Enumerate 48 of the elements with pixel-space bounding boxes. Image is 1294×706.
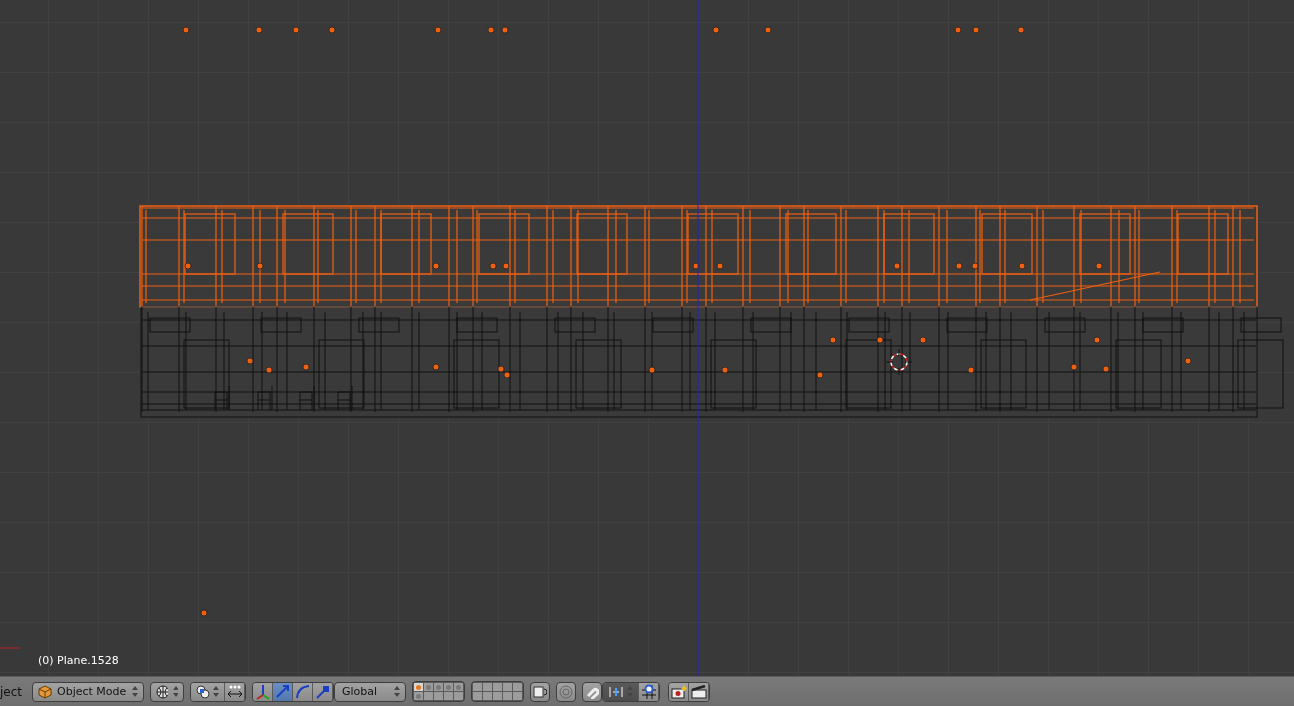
layer-button[interactable] [444,683,453,691]
layer-button[interactable] [473,683,482,691]
up-down-arrows-icon [132,686,138,697]
layer-button[interactable] [424,683,433,691]
up-down-arrows-icon [213,686,219,697]
layer-button[interactable] [513,683,522,691]
snap-target-button[interactable] [639,682,659,701]
shading-dropdown[interactable] [150,681,184,702]
x-axis-line [0,647,21,649]
orientation-dropdown[interactable]: Global [334,681,406,702]
layer-button[interactable] [483,683,492,691]
layer-button[interactable] [434,692,443,700]
translate-manipulator-button[interactable] [273,682,293,701]
layer-button[interactable] [454,692,463,700]
up-down-arrows-icon [394,686,400,697]
layer-button[interactable] [414,683,423,691]
object-menu[interactable]: ject [0,684,26,699]
snap-element-dropdown[interactable] [603,682,639,701]
layer-button[interactable] [434,683,443,691]
layer-button[interactable] [513,692,522,700]
lock-camera-button[interactable] [530,681,550,702]
layer-button[interactable] [493,692,502,700]
layer-button[interactable] [424,692,433,700]
circles-icon [196,684,210,699]
render-still-button[interactable] [669,682,689,701]
scale-manipulator-button[interactable] [313,682,333,701]
layer-button[interactable] [483,692,492,700]
pivot-dropdown[interactable] [191,682,225,701]
render-animation-button[interactable] [689,682,709,701]
cube-icon [38,684,52,699]
snap-increment-icon [608,684,624,699]
layer-button[interactable] [414,692,423,700]
object-info-label: (0) Plane.1528 [38,654,119,667]
proportional-editing-button[interactable] [556,681,576,702]
layer-button[interactable] [454,683,463,691]
mode-dropdown[interactable]: Object Mode [32,681,144,702]
layer-button[interactable] [503,683,512,691]
layer-button[interactable] [493,683,502,691]
globe-icon [156,684,168,699]
3d-cursor-icon[interactable] [885,348,913,376]
magnet-icon-button[interactable] [582,681,602,702]
layer-button[interactable] [444,692,453,700]
manipulator-toggle-button[interactable] [225,682,245,701]
layer-button[interactable] [503,692,512,700]
axes-manipulator-button[interactable] [253,682,273,701]
rotate-manipulator-button[interactable] [293,682,313,701]
layer-button[interactable] [473,692,482,700]
up-down-arrows-icon [172,686,178,697]
